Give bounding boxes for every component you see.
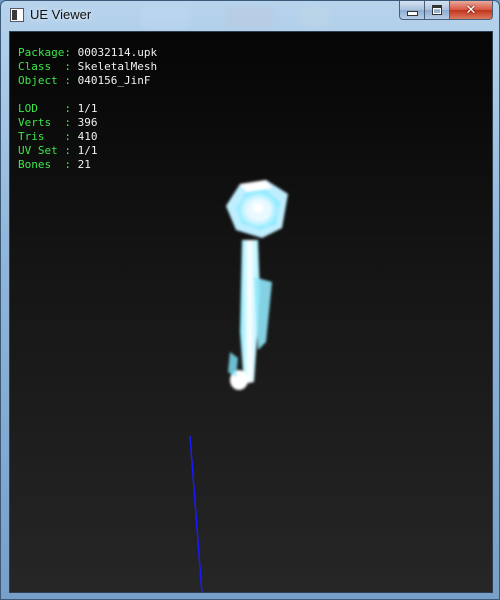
app-window: UE Viewer ✕ Package: 00032114.upk Class …	[0, 0, 500, 600]
minimize-icon	[406, 10, 418, 16]
info-row-lod: LOD : 1/1	[18, 102, 98, 115]
window-title: UE Viewer	[30, 7, 92, 22]
3d-viewport[interactable]: Package: 00032114.upk Class : SkeletalMe…	[9, 31, 493, 593]
maximize-icon	[432, 5, 442, 15]
maximize-button[interactable]	[425, 1, 450, 20]
info-row-class: Class : SkeletalMesh	[18, 60, 158, 73]
info-row-tris: Tris : 410	[18, 130, 98, 143]
mesh-info-overlay: Package: 00032114.upk Class : SkeletalMe…	[18, 46, 157, 172]
info-row-bones: Bones : 21	[18, 158, 91, 171]
close-button[interactable]: ✕	[450, 1, 493, 20]
close-icon: ✕	[465, 2, 477, 18]
title-bar[interactable]: UE Viewer ✕	[1, 1, 499, 31]
skeletal-mesh-model	[226, 180, 288, 390]
info-row-object: Object : 040156_JinF	[18, 74, 151, 87]
caption-buttons: ✕	[399, 1, 493, 21]
info-row-package: Package: 00032114.upk	[18, 46, 158, 59]
info-row-uvset: UV Set : 1/1	[18, 144, 98, 157]
minimize-button[interactable]	[399, 1, 425, 20]
info-row-verts: Verts : 396	[18, 116, 98, 129]
app-icon	[10, 8, 24, 22]
axis-line	[189, 435, 203, 592]
